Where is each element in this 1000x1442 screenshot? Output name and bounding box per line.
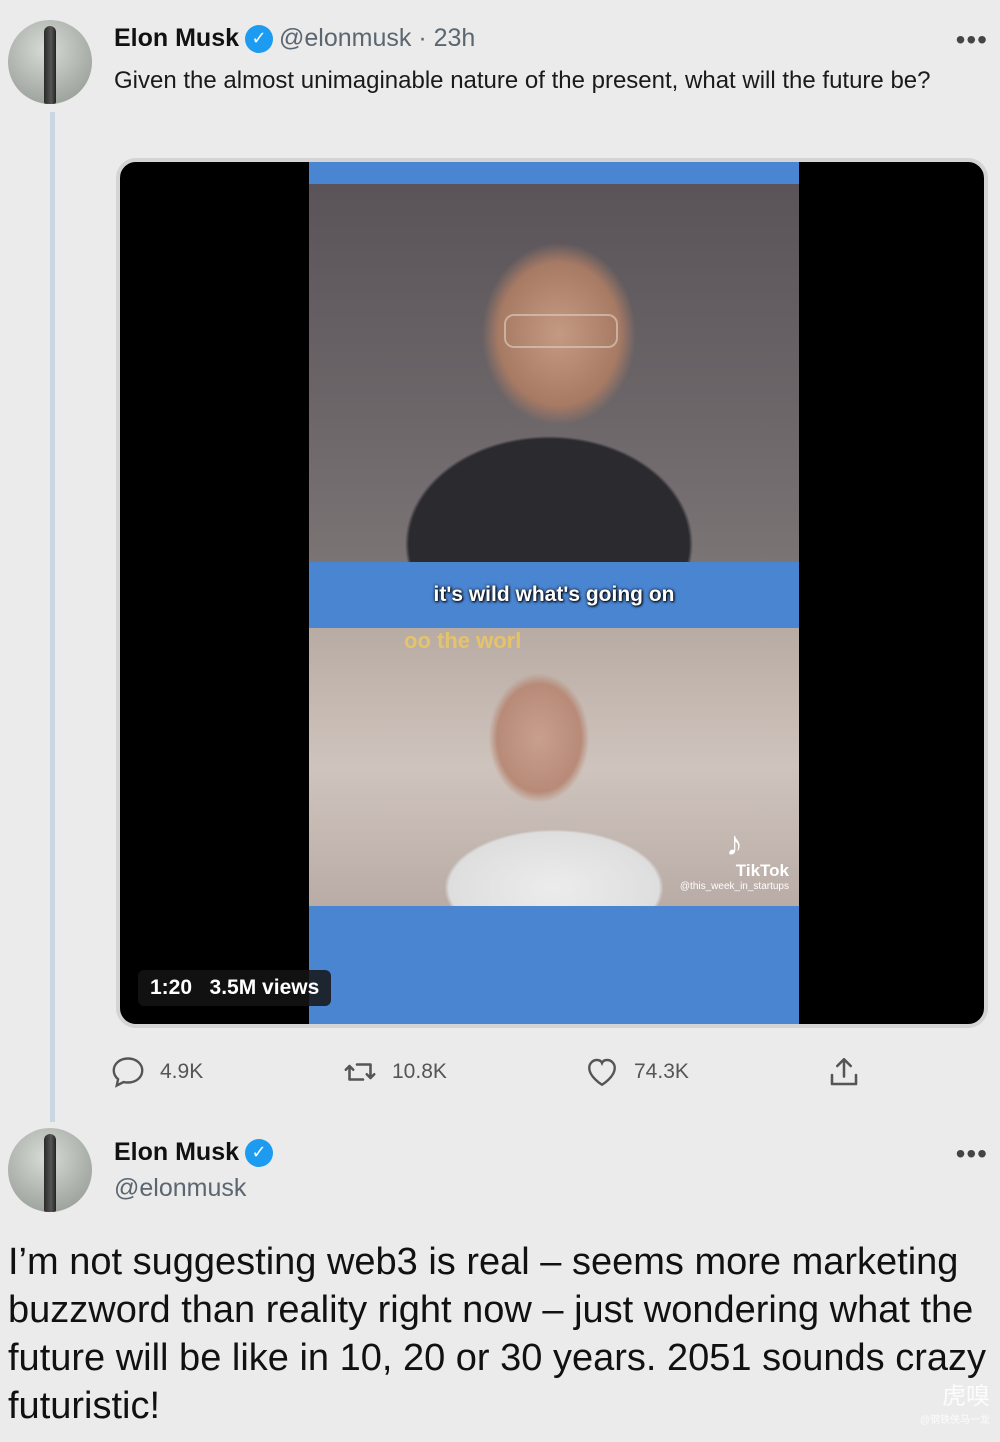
like-count: 74.3K — [634, 1060, 689, 1083]
heart-icon — [588, 1058, 616, 1087]
video-bottom-scene: oo the worl ♪ TikTok @this_week_in_start… — [309, 628, 799, 906]
tiktok-icon: ♪ — [725, 825, 743, 863]
video-top-scene — [309, 184, 799, 562]
thread-connector-line — [50, 112, 55, 1122]
watermark: 虎嗅 @钢铁侠马一龙 — [920, 1376, 990, 1426]
verified-badge-icon: ✓ — [245, 1138, 274, 1167]
tweet-actions: 4.9K 10.8K 74.3K — [110, 1054, 870, 1098]
share-button[interactable] — [826, 1054, 862, 1090]
tweet-text: Given the almost unimaginable nature of … — [114, 67, 931, 94]
tweet-header: Elon Musk ✓ @elonmusk · 23h — [114, 24, 475, 53]
verified-badge-icon: ✓ — [245, 24, 274, 53]
reply-header-handle: @elonmusk — [114, 1174, 246, 1203]
tiktok-user: @this_week_in_startups — [679, 881, 789, 892]
video-duration-views: 1:20 3.5M views — [138, 970, 332, 1006]
reply-more-options-icon[interactable]: ••• — [956, 1140, 988, 1168]
video-caption: it's wild what's going on — [433, 583, 675, 606]
like-button[interactable]: 74.3K — [584, 1054, 689, 1090]
author-name[interactable]: Elon Musk — [114, 24, 239, 53]
retweet-icon — [344, 1063, 376, 1081]
reply-header-name: Elon Musk ✓ — [114, 1138, 274, 1167]
tiktok-label: TikTok — [735, 861, 789, 880]
share-icon — [830, 1057, 858, 1086]
reply-icon — [112, 1057, 144, 1088]
reply-button[interactable]: 4.9K — [110, 1054, 203, 1090]
retweet-button[interactable]: 10.8K — [342, 1054, 447, 1090]
glasses-shape — [504, 314, 618, 348]
watermark-logo: 虎嗅 — [942, 1383, 990, 1410]
video-overlay-text: oo the worl — [404, 628, 522, 653]
watermark-sub: @钢铁侠马一龙 — [919, 1415, 990, 1426]
retweet-count: 10.8K — [392, 1060, 447, 1083]
more-options-icon[interactable]: ••• — [956, 26, 988, 54]
tiktok-watermark: ♪ TikTok @this_week_in_startups — [680, 827, 789, 892]
reply-author-name[interactable]: Elon Musk — [114, 1138, 239, 1167]
video-player[interactable]: it's wild what's going on oo the worl ♪ … — [116, 158, 988, 1028]
author-handle-time[interactable]: @elonmusk · 23h — [279, 24, 475, 53]
rocket-image — [44, 26, 56, 104]
reply-author-handle[interactable]: @elonmusk — [114, 1174, 246, 1203]
reply-text: I’m not suggesting web3 is real – seems … — [8, 1241, 986, 1427]
avatar[interactable] — [8, 20, 92, 104]
rocket-image — [44, 1134, 56, 1212]
video-frame: it's wild what's going on oo the worl ♪ … — [309, 162, 799, 1024]
reply-count: 4.9K — [160, 1060, 204, 1083]
reply-avatar[interactable] — [8, 1128, 92, 1212]
caption-band: it's wild what's going on — [309, 562, 799, 628]
